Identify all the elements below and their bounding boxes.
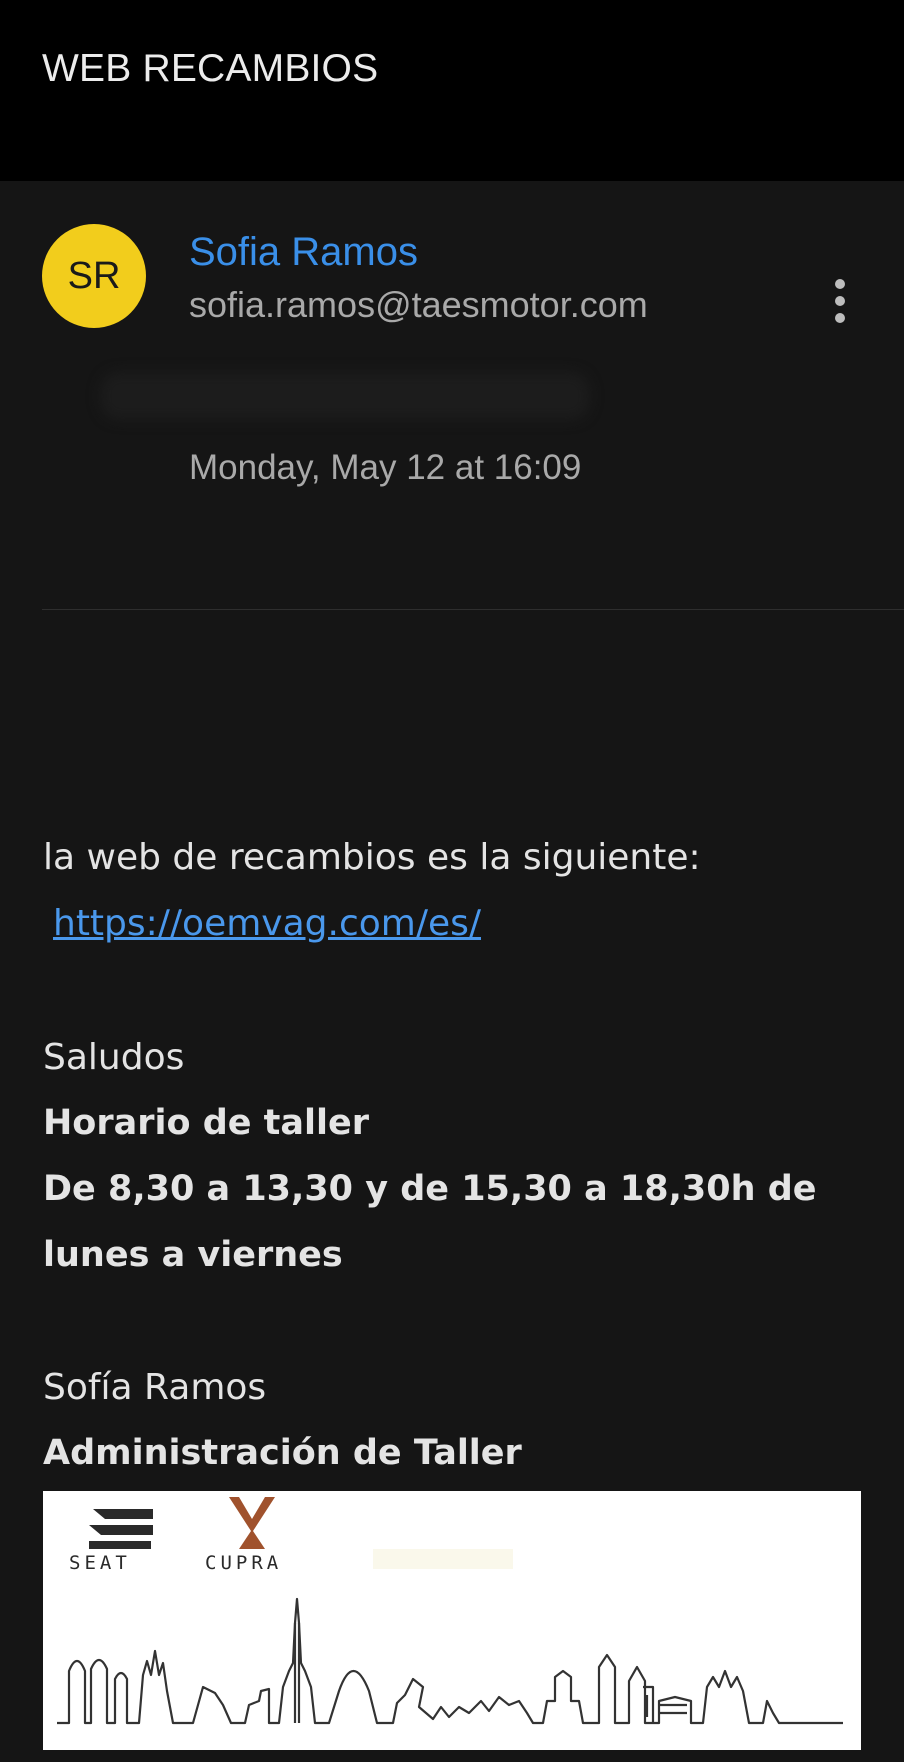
workshop-hours-line1: De 8,30 a 13,30 y de 15,30 a 18,30h de bbox=[43, 1169, 817, 1209]
seat-logo-icon bbox=[89, 1509, 153, 1549]
workshop-hours-title: Horario de taller bbox=[43, 1103, 370, 1143]
more-vertical-icon bbox=[835, 279, 845, 289]
seat-brand-text: SEAT bbox=[69, 1552, 131, 1574]
header-divider bbox=[42, 609, 904, 610]
more-options-button[interactable] bbox=[818, 275, 862, 327]
redacted-recipients bbox=[100, 372, 590, 420]
signature-logo-image: SEAT CUPRA bbox=[43, 1491, 861, 1750]
parts-website-link[interactable]: https://oemvag.com/es/ bbox=[53, 903, 481, 944]
email-subject: WEB RECAMBIOS bbox=[42, 47, 379, 90]
signature-role: Administración de Taller bbox=[43, 1433, 522, 1473]
body-intro: la web de recambios es la siguiente: bbox=[43, 837, 701, 878]
city-skyline-icon bbox=[57, 1597, 843, 1725]
cupra-brand-text: CUPRA bbox=[205, 1552, 282, 1574]
body-greeting: Saludos bbox=[43, 1037, 185, 1078]
sender-name[interactable]: Sofia Ramos bbox=[189, 230, 418, 275]
signature-name: Sofía Ramos bbox=[43, 1367, 267, 1408]
faded-banner bbox=[373, 1549, 513, 1569]
more-icon-dot bbox=[835, 313, 845, 323]
workshop-hours-line2: lunes a viernes bbox=[43, 1235, 343, 1275]
sender-avatar[interactable]: SR bbox=[42, 224, 146, 328]
cupra-logo-icon bbox=[229, 1497, 275, 1549]
sender-email[interactable]: sofia.ramos@taesmotor.com bbox=[189, 284, 648, 326]
signature-logo-svg: SEAT CUPRA bbox=[57, 1497, 843, 1725]
email-date: Monday, May 12 at 16:09 bbox=[189, 448, 582, 487]
more-icon-dot bbox=[835, 296, 845, 306]
subject-bar: WEB RECAMBIOS bbox=[0, 0, 904, 181]
